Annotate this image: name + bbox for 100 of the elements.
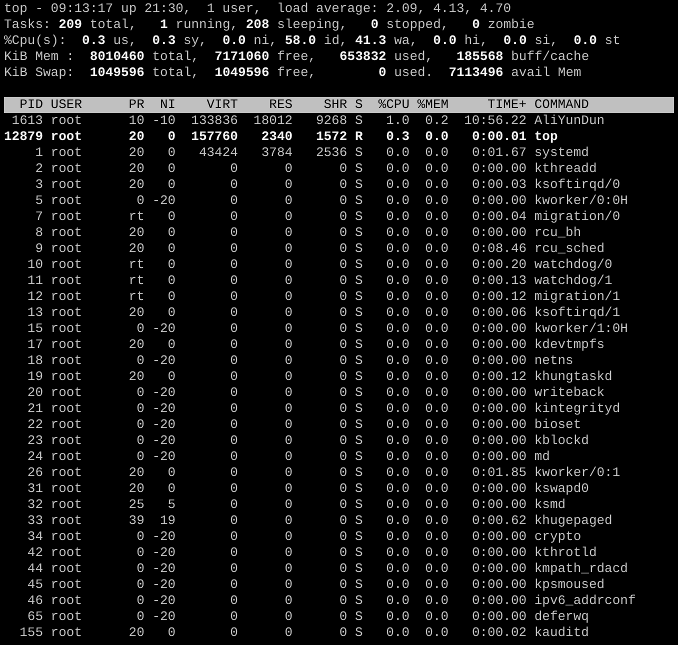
table-cell-text: root bbox=[50, 257, 84, 273]
table-cell-text: 45 bbox=[26, 577, 43, 593]
table-cell-text: 0.0 bbox=[385, 273, 410, 289]
table-cell-text: 1572 bbox=[314, 129, 348, 145]
table-cell-text: 0 bbox=[229, 513, 238, 529]
table-cell: S bbox=[354, 193, 363, 209]
table-cell-text: 0 bbox=[166, 129, 176, 145]
table-cell-text: 0.0 bbox=[385, 545, 410, 561]
table-cell-text: 13 bbox=[26, 305, 43, 321]
table-cell-text: 0.0 bbox=[424, 129, 449, 145]
table-cell-text: 20 bbox=[128, 625, 144, 641]
table-cell-text: 0 bbox=[284, 321, 293, 337]
table-cell-text: 0 bbox=[284, 433, 293, 449]
table-cell-text: 0 bbox=[338, 497, 348, 513]
table-cell: ipv6_addrconf bbox=[534, 593, 636, 609]
table-cell-text: 0 bbox=[166, 369, 176, 385]
table-cell-text: 0.0 bbox=[385, 289, 410, 305]
table-cell-text: root bbox=[50, 369, 84, 385]
table-cell-text: 0 bbox=[338, 625, 348, 641]
table-cell-text: 0.0 bbox=[385, 385, 410, 401]
table-cell: S bbox=[354, 497, 363, 513]
table-cell-text: 0 bbox=[229, 417, 238, 433]
column-header: %CPU bbox=[377, 97, 410, 113]
table-cell-text: 0 bbox=[136, 401, 144, 417]
table-cell-text: root bbox=[50, 513, 84, 529]
table-cell-text: 42 bbox=[26, 545, 43, 561]
table-cell-text: 20 bbox=[128, 225, 144, 241]
table-cell: ksoftirqd/1 bbox=[534, 305, 620, 321]
table-cell-text: 20 bbox=[26, 385, 43, 401]
table-cell-text: 0 bbox=[338, 305, 348, 321]
table-cell-text: 0.0 bbox=[424, 449, 449, 465]
table-cell-text: root bbox=[50, 401, 84, 417]
table-cell-text: 0.0 bbox=[424, 321, 449, 337]
column-header: S bbox=[354, 97, 363, 113]
table-cell: kdevtmpfs bbox=[534, 337, 605, 353]
table-cell-text: 32 bbox=[26, 497, 43, 513]
table-cell-text: 0.0 bbox=[385, 417, 410, 433]
table-cell-text: 0.0 bbox=[385, 593, 410, 609]
table-cell-text: root bbox=[50, 113, 84, 129]
table-cell-text: root bbox=[50, 465, 84, 481]
table-cell-text: 20 bbox=[128, 369, 144, 385]
table-cell-text: root bbox=[50, 161, 84, 177]
table-cell-text: 0.0 bbox=[424, 273, 449, 289]
table-cell-text: 0 bbox=[229, 561, 238, 577]
table-cell-text: root bbox=[50, 529, 84, 545]
table-cell-text: 0.0 bbox=[424, 561, 449, 577]
column-header: PR bbox=[128, 97, 144, 113]
table-cell-text: 0 bbox=[338, 465, 348, 481]
table-cell-text: 0.0 bbox=[424, 161, 449, 177]
table-cell-text: 0 bbox=[338, 273, 348, 289]
table-cell-text: 0 bbox=[229, 225, 238, 241]
table-cell: -20 bbox=[152, 433, 176, 449]
table-cell-text: 0.0 bbox=[385, 257, 410, 273]
table-cell-text: 0.0 bbox=[424, 593, 449, 609]
table-cell-text: 0.0 bbox=[385, 225, 410, 241]
table-cell-text: 0.0 bbox=[385, 497, 410, 513]
table-cell-text: 0.0 bbox=[424, 337, 449, 353]
table-cell: -20 bbox=[152, 417, 176, 433]
table-cell: S bbox=[354, 353, 363, 369]
table-cell-text: 0 bbox=[284, 417, 293, 433]
table-cell: kworker/1:0H bbox=[534, 321, 628, 337]
table-cell: -20 bbox=[152, 385, 176, 401]
table-cell-text: 20 bbox=[128, 145, 144, 161]
table-cell-text: 0 bbox=[284, 529, 293, 545]
column-header: TIME+ bbox=[486, 97, 527, 113]
table-cell-text: 0 bbox=[136, 193, 144, 209]
table-cell-text: 0:00.01 bbox=[470, 129, 527, 145]
table-cell-text: 20 bbox=[128, 177, 144, 193]
table-cell-text: 0 bbox=[136, 417, 144, 433]
table-cell-text: root bbox=[50, 273, 84, 289]
table-cell-text: 0 bbox=[229, 161, 238, 177]
table-cell-text: 0 bbox=[229, 449, 238, 465]
table-cell: S bbox=[354, 369, 363, 385]
table-cell-text: root bbox=[50, 577, 84, 593]
table-cell: kpsmoused bbox=[534, 577, 605, 593]
table-cell: S bbox=[354, 481, 363, 497]
table-cell: -20 bbox=[152, 529, 176, 545]
table-cell: S bbox=[354, 145, 363, 161]
table-cell: -20 bbox=[152, 193, 176, 209]
table-cell: S bbox=[354, 577, 363, 593]
table-cell-text: 0 bbox=[338, 257, 348, 273]
table-cell-text: 0.0 bbox=[424, 353, 449, 369]
table-cell: deferwq bbox=[534, 609, 589, 625]
table-cell-text: 0:00.00 bbox=[470, 593, 527, 609]
table-cell-text: 1613 bbox=[10, 113, 43, 129]
table-cell-text: 0 bbox=[229, 353, 238, 369]
table-cell-text: 22 bbox=[26, 417, 43, 433]
column-header: SHR bbox=[322, 97, 348, 113]
table-cell-text: 0 bbox=[136, 593, 144, 609]
table-cell-text: rt bbox=[128, 273, 144, 289]
table-cell-text: 0.0 bbox=[424, 289, 449, 305]
table-cell-text: 0 bbox=[338, 321, 348, 337]
table-cell-text: 44 bbox=[26, 561, 43, 577]
table-cell-text: 0.0 bbox=[424, 257, 449, 273]
table-cell-text: 0 bbox=[166, 481, 176, 497]
table-cell-text: root bbox=[50, 353, 84, 369]
table-cell: S bbox=[354, 449, 363, 465]
table-cell-text: 0 bbox=[338, 593, 348, 609]
table-cell: S bbox=[354, 337, 363, 353]
table-cell: -20 bbox=[152, 593, 176, 609]
